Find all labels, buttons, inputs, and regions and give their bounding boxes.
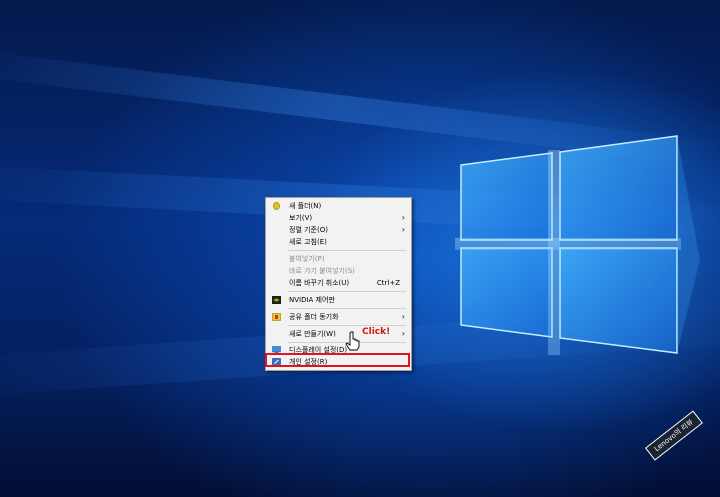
menu-item-nvidia-control-panel[interactable]: NVIDIA 제어판 — [267, 294, 410, 306]
hand-cursor-icon — [345, 331, 360, 351]
menu-item-sort-by[interactable]: 정렬 기준(O) › — [267, 224, 410, 236]
highlight-box — [265, 353, 410, 367]
chevron-right-icon: › — [401, 329, 405, 338]
sync-folder-icon — [272, 313, 281, 321]
menu-item-refresh[interactable]: 새로 고침(E) — [267, 236, 410, 248]
menu-separator — [288, 325, 406, 326]
menu-item-new-folder[interactable]: 새 폴더(N) — [267, 200, 410, 212]
menu-separator — [288, 250, 406, 251]
menu-item-view[interactable]: 보기(V) › — [267, 212, 410, 224]
menu-item-paste-shortcut[interactable]: 바로 가기 붙여넣기(S) — [267, 265, 410, 277]
menu-separator — [288, 291, 406, 292]
click-annotation: Click! — [362, 327, 391, 337]
menu-separator — [288, 308, 406, 309]
shortcut-text: Ctrl+Z — [376, 279, 400, 287]
context-menu: 새 폴더(N) 보기(V) › 정렬 기준(O) › 새로 고침(E) 붙여넣기… — [265, 197, 412, 371]
chevron-right-icon: › — [401, 312, 405, 321]
chevron-right-icon: › — [401, 225, 405, 234]
new-folder-icon — [273, 202, 280, 210]
chevron-right-icon: › — [401, 213, 405, 222]
menu-item-undo-rename[interactable]: 이름 바꾸기 취소(U) Ctrl+Z — [267, 277, 410, 289]
menu-item-paste[interactable]: 붙여넣기(P) — [267, 253, 410, 265]
nvidia-icon — [272, 296, 281, 304]
menu-item-sync-shared-folder[interactable]: 공유 폴더 동기화 › — [267, 311, 410, 323]
